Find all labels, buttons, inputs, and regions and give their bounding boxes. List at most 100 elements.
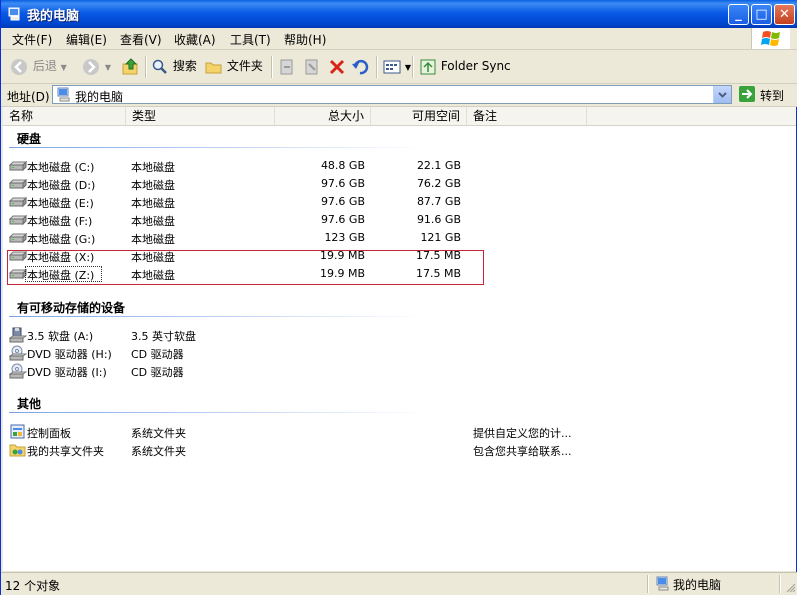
item-type: 3.5 英寸软盘	[131, 330, 196, 343]
minimize-button[interactable]: _	[728, 4, 749, 25]
list-item[interactable]: 本地磁盘 (G:) 本地磁盘 123 GB 121 GB	[3, 229, 796, 247]
item-total-size: 97.6 GB	[320, 195, 365, 208]
address-dropdown-button[interactable]	[713, 86, 731, 103]
forward-button[interactable]: ▼	[81, 56, 111, 78]
go-label: 转到	[760, 89, 785, 103]
list-item[interactable]: 3.5 软盘 (A:) 3.5 英寸软盘	[3, 326, 796, 344]
item-free-space: 87.7 GB	[416, 195, 461, 208]
folder-sync-button[interactable]: Folder Sync	[419, 56, 511, 78]
floppy-drive-icon	[9, 327, 27, 343]
back-button[interactable]: 后退 ▼	[9, 56, 67, 78]
item-type: 系统文件夹	[131, 427, 186, 440]
item-name: 控制面板	[27, 427, 71, 440]
address-value: 我的电脑	[75, 90, 124, 104]
column-header-row: 名称 类型 总大小 可用空间 备注	[3, 107, 796, 126]
folder-sync-label: Folder Sync	[440, 59, 511, 73]
toolbar-separator	[271, 56, 273, 78]
toolbar-separator	[412, 56, 414, 78]
up-folder-icon	[122, 57, 138, 74]
item-name: 本地磁盘 (D:)	[27, 179, 96, 192]
copy-to-button[interactable]	[303, 56, 321, 78]
menu-tools[interactable]: 工具(T)	[230, 31, 271, 48]
item-type: 本地磁盘	[131, 179, 175, 192]
column-type[interactable]: 类型	[126, 107, 275, 125]
up-folder-button[interactable]	[121, 56, 141, 78]
item-comment: 包含您共享给联系...	[473, 445, 572, 458]
status-bar: 12 个对象 我的电脑	[1, 572, 797, 595]
item-type: 本地磁盘	[131, 197, 175, 210]
back-arrow-icon	[11, 58, 27, 75]
dvd-drive-icon	[9, 345, 27, 361]
column-name[interactable]: 名称	[3, 107, 126, 125]
maximize-button[interactable]: □	[751, 4, 772, 25]
status-separator	[779, 575, 781, 593]
list-item[interactable]: 本地磁盘 (D:) 本地磁盘 97.6 GB 76.2 GB	[3, 175, 796, 193]
item-total-size: 48.8 GB	[320, 159, 365, 172]
delete-icon	[329, 59, 345, 74]
group-title-other: 其他	[17, 397, 42, 411]
item-type: 系统文件夹	[131, 445, 186, 458]
search-icon	[152, 59, 167, 74]
close-button[interactable]: ✕	[774, 4, 795, 25]
list-item[interactable]: DVD 驱动器 (H:) CD 驱动器	[3, 344, 796, 362]
title-bar[interactable]: 我的电脑 _ □ ✕	[1, 0, 797, 28]
group-divider	[9, 412, 429, 413]
folders-label: 文件夹	[226, 59, 263, 73]
group-divider	[9, 316, 429, 317]
item-type: CD 驱动器	[131, 348, 184, 361]
address-label: 地址(D)	[7, 90, 50, 104]
delete-button[interactable]	[328, 56, 346, 78]
resize-grip-icon[interactable]	[784, 581, 796, 593]
folders-button[interactable]: 文件夹	[205, 56, 263, 78]
item-type: 本地磁盘	[131, 233, 175, 246]
item-comment: 提供自定义您的计...	[473, 427, 572, 440]
column-comments[interactable]: 备注	[467, 107, 587, 125]
search-button[interactable]: 搜索	[151, 56, 197, 78]
control-panel-icon	[10, 424, 25, 439]
list-item[interactable]: 本地磁盘 (C:) 本地磁盘 48.8 GB 22.1 GB	[3, 157, 796, 175]
hard-drive-icon	[9, 160, 27, 172]
menu-file[interactable]: 文件(F)	[12, 31, 52, 48]
item-type: 本地磁盘	[131, 161, 175, 174]
menu-view[interactable]: 查看(V)	[120, 31, 162, 48]
menu-help[interactable]: 帮助(H)	[284, 31, 326, 48]
move-to-icon	[280, 59, 293, 74]
group-divider	[9, 147, 429, 148]
menu-edit[interactable]: 编辑(E)	[66, 31, 107, 48]
move-to-button[interactable]	[278, 56, 296, 78]
menu-favorites[interactable]: 收藏(A)	[174, 31, 216, 48]
file-list[interactable]: 名称 类型 总大小 可用空间 备注 硬盘 本地磁盘 (C:) 本地磁盘 48.8…	[3, 107, 796, 571]
item-name: 本地磁盘 (G:)	[27, 233, 96, 246]
chevron-down-icon	[718, 92, 727, 98]
item-type: CD 驱动器	[131, 366, 184, 379]
item-free-space: 121 GB	[420, 231, 461, 244]
group-title-removable-devices: 有可移动存储的设备	[17, 301, 126, 315]
toolbar-separator	[376, 56, 378, 78]
list-item[interactable]: 控制面板 系统文件夹 提供自定义您的计...	[3, 423, 796, 441]
item-total-size: 97.6 GB	[320, 177, 365, 190]
views-button[interactable]: ▼	[383, 56, 411, 78]
item-free-space: 76.2 GB	[416, 177, 461, 190]
address-input[interactable]: 我的电脑	[52, 85, 732, 104]
list-item[interactable]: 我的共享文件夹 系统文件夹 包含您共享给联系...	[3, 441, 796, 459]
my-computer-icon	[57, 87, 70, 102]
undo-button[interactable]	[351, 56, 369, 78]
undo-icon	[352, 59, 369, 74]
list-item[interactable]: 本地磁盘 (E:) 本地磁盘 97.6 GB 87.7 GB	[3, 193, 796, 211]
my-computer-icon	[8, 7, 20, 21]
item-name: 本地磁盘 (E:)	[27, 197, 94, 210]
status-location: 我的电脑	[673, 578, 722, 592]
hard-drive-icon	[9, 178, 27, 190]
menu-bar: 文件(F) 编辑(E) 查看(V) 收藏(A) 工具(T) 帮助(H)	[1, 28, 797, 50]
column-total-size[interactable]: 总大小	[275, 107, 371, 125]
back-label: 后退	[32, 59, 57, 73]
go-arrow-icon	[739, 86, 755, 102]
hard-drive-icon	[9, 196, 27, 208]
list-item[interactable]: 本地磁盘 (F:) 本地磁盘 97.6 GB 91.6 GB	[3, 211, 796, 229]
column-free-space[interactable]: 可用空间	[371, 107, 467, 125]
status-object-count: 12 个对象	[5, 579, 61, 593]
list-item[interactable]: DVD 驱动器 (I:) CD 驱动器	[3, 362, 796, 380]
forward-arrow-icon	[83, 58, 99, 75]
windows-logo-icon	[751, 28, 790, 49]
folder-sync-icon	[420, 59, 436, 74]
